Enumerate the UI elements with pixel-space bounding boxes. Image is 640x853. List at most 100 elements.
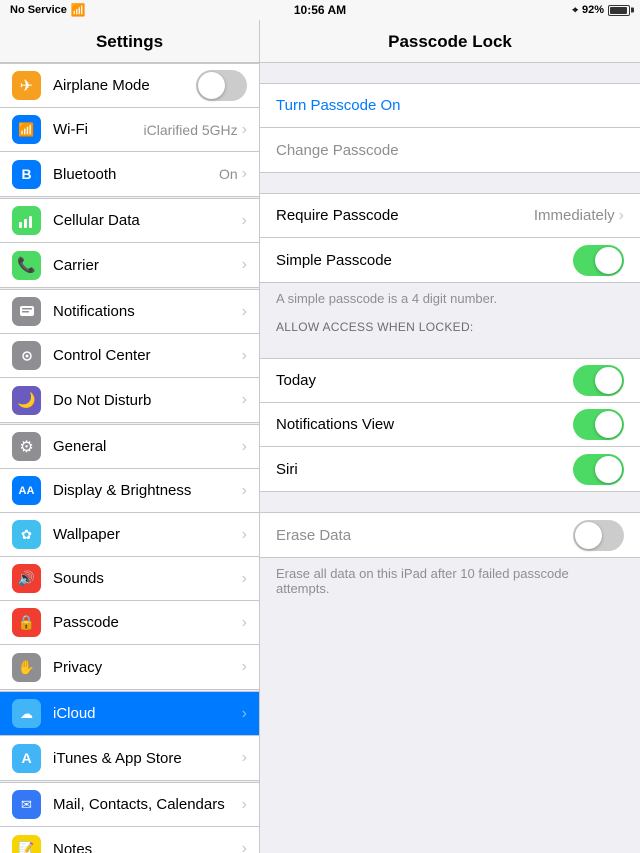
change-passcode-label: Change Passcode xyxy=(276,142,624,159)
section-notifications: Notifications › Control Center › 🌙 Do No… xyxy=(0,289,259,423)
sidebar-item-mail[interactable]: ✉ Mail, Contacts, Calendars › xyxy=(0,783,259,827)
sidebar-item-appstore[interactable]: A iTunes & App Store › xyxy=(0,736,259,780)
sidebar-item-cellular[interactable]: Cellular Data › xyxy=(0,199,259,243)
notes-icon: 📝 xyxy=(12,835,41,853)
bluetooth-label: Bluetooth xyxy=(53,166,219,183)
sidebar-item-wifi[interactable]: 📶 Wi-Fi iClarified 5GHz › xyxy=(0,108,259,152)
section-icloud: ☁ iCloud › A iTunes & App Store › xyxy=(0,691,259,781)
erase-data-note: Erase all data on this iPad after 10 fai… xyxy=(260,558,640,604)
sidebar-item-control-center[interactable]: Control Center › xyxy=(0,334,259,378)
section-cellular: Cellular Data › 📞 Carrier › xyxy=(0,198,259,288)
mail-chevron: › xyxy=(242,796,247,814)
simple-passcode-toggle[interactable] xyxy=(573,245,624,276)
today-toggle[interactable] xyxy=(573,365,624,396)
carrier-chevron: › xyxy=(242,256,247,274)
simple-passcode-item[interactable]: Simple Passcode xyxy=(260,238,640,282)
general-icon: ⚙ xyxy=(12,432,41,461)
privacy-label: Privacy xyxy=(53,659,242,676)
today-label: Today xyxy=(276,372,573,389)
simple-passcode-label: Simple Passcode xyxy=(276,252,573,269)
settings-title: Settings xyxy=(96,32,163,51)
sidebar-item-passcode[interactable]: 🔒 Passcode › xyxy=(0,601,259,645)
status-bar: No Service 📶 10:56 AM ⌖ 92% xyxy=(0,0,640,20)
turn-passcode-on-item[interactable]: Turn Passcode On xyxy=(260,84,640,128)
cellular-chevron: › xyxy=(242,212,247,230)
change-passcode-item[interactable]: Change Passcode xyxy=(260,128,640,172)
status-left: No Service 📶 xyxy=(10,3,86,17)
sounds-label: Sounds xyxy=(53,570,242,587)
mail-icon: ✉ xyxy=(12,790,41,819)
wifi-value: iClarified 5GHz xyxy=(144,122,238,138)
sounds-icon: 🔊 xyxy=(12,564,41,593)
passcode-chevron: › xyxy=(242,614,247,632)
control-center-label: Control Center xyxy=(53,347,242,364)
main-layout: Settings ✈ Airplane Mode 📶 Wi-Fi iClarif… xyxy=(0,20,640,853)
sidebar-item-privacy[interactable]: ✋ Privacy › xyxy=(0,645,259,689)
bluetooth-icon: ⌖ xyxy=(572,5,578,16)
require-passcode-item[interactable]: Require Passcode Immediately › xyxy=(260,194,640,238)
right-panel: Passcode Lock Turn Passcode On Change Pa… xyxy=(260,20,640,853)
sidebar-item-display[interactable]: AA Display & Brightness › xyxy=(0,469,259,513)
wifi-icon: 📶 xyxy=(12,115,41,144)
battery-icon xyxy=(608,5,630,16)
control-icon xyxy=(12,341,41,370)
require-passcode-label: Require Passcode xyxy=(276,207,534,224)
erase-data-section: Erase Data xyxy=(260,512,640,558)
sidebar-item-wallpaper[interactable]: ✿ Wallpaper › xyxy=(0,513,259,557)
passcode-actions-section: Turn Passcode On Change Passcode xyxy=(260,83,640,173)
require-passcode-value: Immediately xyxy=(534,207,615,224)
airplane-toggle[interactable] xyxy=(196,70,247,101)
display-icon: AA xyxy=(12,476,41,505)
section-general: ⚙ General › AA Display & Brightness › ✿ … xyxy=(0,424,259,690)
sidebar-item-sounds[interactable]: 🔊 Sounds › xyxy=(0,557,259,601)
section-mail: ✉ Mail, Contacts, Calendars › 📝 Notes › xyxy=(0,782,259,853)
erase-data-item[interactable]: Erase Data xyxy=(260,513,640,557)
airplane-label: Airplane Mode xyxy=(53,77,196,94)
allow-access-section: Today Notifications View Siri xyxy=(260,358,640,492)
bluetooth-value: On xyxy=(219,166,238,182)
appstore-label: iTunes & App Store xyxy=(53,750,242,767)
sidebar-item-bluetooth[interactable]: B Bluetooth On › xyxy=(0,152,259,196)
dnd-label: Do Not Disturb xyxy=(53,392,242,409)
general-label: General xyxy=(53,438,242,455)
erase-data-toggle[interactable] xyxy=(573,520,624,551)
require-passcode-chevron: › xyxy=(619,207,624,225)
wifi-chevron: › xyxy=(242,121,247,139)
notifications-label: Notifications xyxy=(53,303,242,320)
display-label: Display & Brightness xyxy=(53,482,242,499)
siri-label: Siri xyxy=(276,461,573,478)
privacy-chevron: › xyxy=(242,658,247,676)
carrier-label: Carrier xyxy=(53,257,242,274)
sidebar-item-dnd[interactable]: 🌙 Do Not Disturb › xyxy=(0,378,259,422)
appstore-chevron: › xyxy=(242,749,247,767)
sidebar-item-notifications[interactable]: Notifications › xyxy=(0,290,259,334)
passcode-options-section: Require Passcode Immediately › Simple Pa… xyxy=(260,193,640,283)
sounds-chevron: › xyxy=(242,570,247,588)
siri-item[interactable]: Siri xyxy=(260,447,640,491)
sidebar-item-general[interactable]: ⚙ General › xyxy=(0,425,259,469)
notifications-view-item[interactable]: Notifications View xyxy=(260,403,640,447)
icloud-chevron: › xyxy=(242,705,247,723)
control-center-chevron: › xyxy=(242,347,247,365)
status-right: ⌖ 92% xyxy=(572,4,630,16)
siri-toggle[interactable] xyxy=(573,454,624,485)
bluetooth-icon: B xyxy=(12,160,41,189)
notifications-view-toggle[interactable] xyxy=(573,409,624,440)
dnd-chevron: › xyxy=(242,391,247,409)
sidebar-item-notes[interactable]: 📝 Notes › xyxy=(0,827,259,853)
notifications-view-label: Notifications View xyxy=(276,416,573,433)
cellular-icon xyxy=(12,206,41,235)
today-item[interactable]: Today xyxy=(260,359,640,403)
mail-label: Mail, Contacts, Calendars xyxy=(53,796,242,813)
right-panel-header: Passcode Lock xyxy=(260,20,640,63)
appstore-icon: A xyxy=(12,744,41,773)
notifications-chevron: › xyxy=(242,303,247,321)
turn-passcode-label: Turn Passcode On xyxy=(276,97,624,114)
left-panel: Settings ✈ Airplane Mode 📶 Wi-Fi iClarif… xyxy=(0,20,260,853)
sidebar-item-airplane[interactable]: ✈ Airplane Mode xyxy=(0,64,259,108)
sidebar-item-carrier[interactable]: 📞 Carrier › xyxy=(0,243,259,287)
section-connectivity: ✈ Airplane Mode 📶 Wi-Fi iClarified 5GHz … xyxy=(0,63,259,197)
wallpaper-chevron: › xyxy=(242,526,247,544)
sidebar-item-icloud[interactable]: ☁ iCloud › xyxy=(0,692,259,736)
wifi-icon: 📶 xyxy=(71,3,86,17)
